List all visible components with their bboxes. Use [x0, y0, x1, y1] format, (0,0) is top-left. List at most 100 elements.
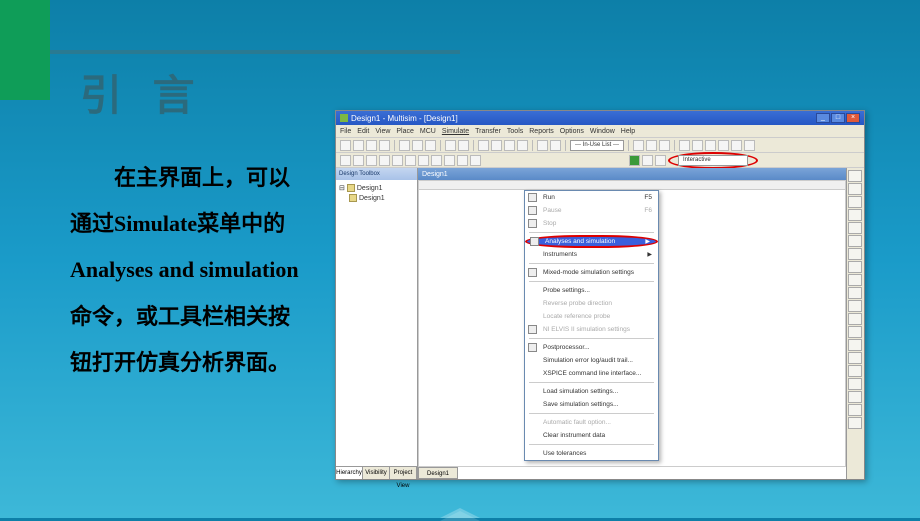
tab-project-view[interactable]: Project View	[390, 467, 417, 479]
instrument-button[interactable]	[848, 300, 862, 312]
zoom-out-button[interactable]	[491, 140, 502, 151]
component-button[interactable]	[470, 155, 481, 166]
menu-help[interactable]: Help	[621, 128, 635, 135]
menu-transfer[interactable]: Transfer	[475, 128, 501, 135]
undo-button[interactable]	[445, 140, 456, 151]
toolbar-button[interactable]	[679, 140, 690, 151]
zoom-in-button[interactable]	[478, 140, 489, 151]
toolbar-button[interactable]	[705, 140, 716, 151]
maximize-button[interactable]: □	[831, 113, 845, 123]
paste-button[interactable]	[425, 140, 436, 151]
schematic-canvas[interactable]: RunF5 PauseF6 Stop Analyses and simulati…	[418, 180, 846, 467]
cut-button[interactable]	[399, 140, 410, 151]
instrument-button[interactable]	[848, 339, 862, 351]
toolbar-button[interactable]	[550, 140, 561, 151]
elvis-icon	[528, 325, 537, 334]
toolbar-button[interactable]	[718, 140, 729, 151]
instrument-button[interactable]	[848, 261, 862, 273]
component-button[interactable]	[431, 155, 442, 166]
menu-window[interactable]: Window	[590, 128, 615, 135]
toolbar-button[interactable]	[659, 140, 670, 151]
menu-item-mixed-mode[interactable]: Mixed-mode simulation settings	[525, 266, 658, 279]
save-button[interactable]	[366, 140, 377, 151]
menu-mcu[interactable]: MCU	[420, 128, 436, 135]
print-button[interactable]	[379, 140, 390, 151]
window-titlebar[interactable]: Design1 - Multisim - [Design1] _ □ ×	[336, 111, 864, 125]
open-button[interactable]	[353, 140, 364, 151]
tree-root[interactable]: ⊟ Design1	[339, 183, 414, 193]
instrument-button[interactable]	[848, 404, 862, 416]
component-button[interactable]	[353, 155, 364, 166]
menu-reports[interactable]: Reports	[529, 128, 554, 135]
minimize-button[interactable]: _	[816, 113, 830, 123]
redo-button[interactable]	[458, 140, 469, 151]
instrument-button[interactable]	[848, 326, 862, 338]
close-button[interactable]: ×	[846, 113, 860, 123]
tree-child[interactable]: Design1	[339, 193, 414, 203]
tab-hierarchy[interactable]: Hierarchy	[336, 467, 363, 479]
instrument-button[interactable]	[848, 287, 862, 299]
toolbar-button[interactable]	[692, 140, 703, 151]
new-button[interactable]	[340, 140, 351, 151]
menu-place[interactable]: Place	[396, 128, 414, 135]
instrument-button[interactable]	[848, 391, 862, 403]
copy-button[interactable]	[412, 140, 423, 151]
stop-button[interactable]	[655, 155, 666, 166]
zoom-fit-button[interactable]	[517, 140, 528, 151]
toolbar-button[interactable]	[633, 140, 644, 151]
menu-item-load-settings[interactable]: Load simulation settings...	[525, 385, 658, 398]
instrument-button[interactable]	[848, 196, 862, 208]
interactive-dropdown[interactable]: Interactive	[678, 155, 748, 166]
menu-item-probe-settings[interactable]: Probe settings...	[525, 284, 658, 297]
component-button[interactable]	[392, 155, 403, 166]
instrument-button[interactable]	[848, 313, 862, 325]
instrument-button[interactable]	[848, 352, 862, 364]
run-button[interactable]	[629, 155, 640, 166]
pause-button[interactable]	[642, 155, 653, 166]
component-button[interactable]	[405, 155, 416, 166]
instrument-button[interactable]	[848, 183, 862, 195]
menu-item-save-settings[interactable]: Save simulation settings...	[525, 398, 658, 411]
component-button[interactable]	[418, 155, 429, 166]
instrument-button[interactable]	[848, 417, 862, 429]
menu-tools[interactable]: Tools	[507, 128, 523, 135]
menu-edit[interactable]: Edit	[357, 128, 369, 135]
instrument-button[interactable]	[848, 365, 862, 377]
component-button[interactable]	[379, 155, 390, 166]
help-button[interactable]	[744, 140, 755, 151]
instrument-button[interactable]	[848, 170, 862, 182]
menu-item-xspice[interactable]: XSPICE command line interface...	[525, 367, 658, 380]
tab-visibility[interactable]: Visibility	[363, 467, 390, 479]
menu-item-analyses-simulation[interactable]: Analyses and simulation▶	[525, 235, 658, 248]
menu-item-use-tolerances[interactable]: Use tolerances	[525, 447, 658, 460]
menu-item-postprocessor[interactable]: Postprocessor...	[525, 341, 658, 354]
instrument-button[interactable]	[848, 248, 862, 260]
menu-simulate[interactable]: Simulate	[442, 128, 469, 135]
component-button[interactable]	[457, 155, 468, 166]
document-titlebar: Design1	[418, 168, 846, 180]
horizontal-ruler	[419, 181, 845, 190]
component-button[interactable]	[340, 155, 351, 166]
component-button[interactable]	[444, 155, 455, 166]
design-tree: ⊟ Design1 Design1	[336, 180, 417, 466]
menu-options[interactable]: Options	[560, 128, 584, 135]
menu-view[interactable]: View	[375, 128, 390, 135]
in-use-list-dropdown[interactable]: --- In-Use List ---	[570, 140, 624, 151]
document-tab[interactable]: Design1	[418, 467, 458, 479]
menu-file[interactable]: File	[340, 128, 351, 135]
toolbar-button[interactable]	[537, 140, 548, 151]
menu-item-clear-instrument[interactable]: Clear instrument data	[525, 429, 658, 442]
instrument-button[interactable]	[848, 378, 862, 390]
instrument-button[interactable]	[848, 222, 862, 234]
menu-item-error-log[interactable]: Simulation error log/audit trail...	[525, 354, 658, 367]
component-button[interactable]	[366, 155, 377, 166]
menubar: File Edit View Place MCU Simulate Transf…	[336, 125, 864, 138]
instrument-button[interactable]	[848, 209, 862, 221]
toolbar-button[interactable]	[646, 140, 657, 151]
zoom-area-button[interactable]	[504, 140, 515, 151]
instrument-button[interactable]	[848, 274, 862, 286]
toolbar-button[interactable]	[731, 140, 742, 151]
instrument-button[interactable]	[848, 235, 862, 247]
menu-item-run[interactable]: RunF5	[525, 191, 658, 204]
menu-item-instruments[interactable]: Instruments▶	[525, 248, 658, 261]
